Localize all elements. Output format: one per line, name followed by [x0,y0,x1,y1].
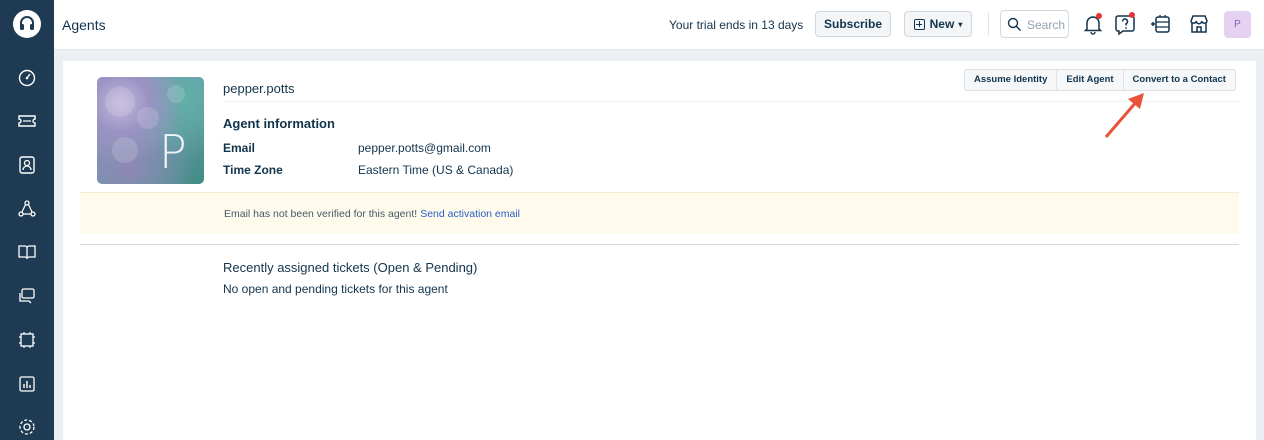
subscribe-button[interactable]: Subscribe [815,11,891,37]
user-avatar[interactable]: P [1224,11,1251,38]
search-input[interactable]: Search [1000,10,1069,38]
tickets-icon[interactable] [17,111,37,131]
notice-text-wrap: Email has not been verified for this age… [224,208,520,220]
email-label: Email [223,141,256,155]
recent-tickets-empty: No open and pending tickets for this age… [223,282,448,296]
notification-dot [1096,13,1102,19]
agent-actions: Assume Identity Edit Agent Convert to a … [964,69,1236,91]
timezone-value: Eastern Time (US & Canada) [358,163,514,177]
freshdesk-logo[interactable] [13,10,41,38]
search-icon [1007,17,1022,32]
dashboard-icon[interactable] [17,68,37,88]
search-placeholder: Search [1027,18,1066,32]
verification-notice: Email has not been verified for this age… [80,192,1239,234]
agent-avatar: P [97,77,204,184]
admin-icon[interactable] [17,417,37,437]
assume-identity-button[interactable]: Assume Identity [965,70,1058,90]
sidebar [0,0,54,440]
convert-to-contact-button[interactable]: Convert to a Contact [1124,70,1235,90]
avatar-letter: P [159,125,187,179]
top-header: Agents Your trial ends in 13 days Subscr… [54,0,1264,50]
page-title: Agents [62,17,106,33]
new-button[interactable]: New ▾ [904,11,972,37]
edit-agent-button[interactable]: Edit Agent [1057,70,1124,90]
divider [223,101,1239,102]
plus-square-icon [913,18,925,30]
timezone-label: Time Zone [223,163,283,177]
forums-icon[interactable] [17,286,37,306]
trial-text: Your trial ends in 13 days [669,18,804,32]
headset-icon [20,16,34,30]
groups-icon[interactable] [17,199,37,219]
agent-detail-panel: P pepper.potts Assume Identity Edit Agen… [63,61,1256,440]
send-activation-link[interactable]: Send activation email [420,208,520,220]
help-dot [1129,12,1135,18]
agent-name: pepper.potts [223,81,295,96]
marketplace-store-icon[interactable] [1188,13,1210,35]
email-value: pepper.potts@gmail.com [358,141,491,155]
section-title: Agent information [223,116,335,131]
notice-text: Email has not been verified for this age… [224,208,418,220]
apps-gallery-icon[interactable] [1150,13,1172,35]
annotation-arrow-icon [1104,93,1144,138]
assets-icon[interactable] [17,330,37,350]
header-divider [988,12,989,36]
contacts-icon[interactable] [17,155,37,175]
solutions-icon[interactable] [17,242,37,262]
chevron-down-icon: ▾ [958,19,963,29]
section-divider [80,244,1239,245]
new-button-label: New [929,17,955,31]
reports-icon[interactable] [17,374,37,394]
recent-tickets-title: Recently assigned tickets (Open & Pendin… [223,260,478,275]
